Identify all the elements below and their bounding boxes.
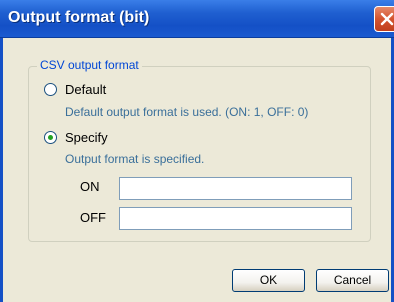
on-label: ON bbox=[80, 179, 100, 194]
on-field[interactable] bbox=[119, 177, 352, 200]
ok-button[interactable]: OK bbox=[232, 269, 305, 292]
default-description: Default output format is used. (ON: 1, O… bbox=[65, 105, 309, 119]
radio-default-label: Default bbox=[65, 82, 107, 97]
off-field[interactable] bbox=[119, 207, 352, 230]
cancel-button[interactable]: Cancel bbox=[316, 269, 389, 292]
dialog-body: CSV output format Default Default output… bbox=[0, 38, 394, 302]
group-label: CSV output format bbox=[37, 58, 142, 72]
radio-specify-label: Specify bbox=[65, 130, 108, 145]
close-icon bbox=[380, 12, 394, 26]
radio-specify[interactable]: Specify bbox=[44, 130, 108, 145]
radio-default-indicator[interactable] bbox=[44, 83, 57, 96]
radio-default[interactable]: Default bbox=[44, 82, 106, 97]
radio-specify-indicator[interactable] bbox=[44, 131, 57, 144]
specify-description: Output format is specified. bbox=[65, 152, 205, 166]
window-title: Output format (bit) bbox=[8, 9, 150, 26]
off-label: OFF bbox=[80, 210, 106, 225]
title-bar[interactable]: Output format (bit) bbox=[0, 0, 394, 38]
close-button[interactable] bbox=[374, 6, 394, 32]
